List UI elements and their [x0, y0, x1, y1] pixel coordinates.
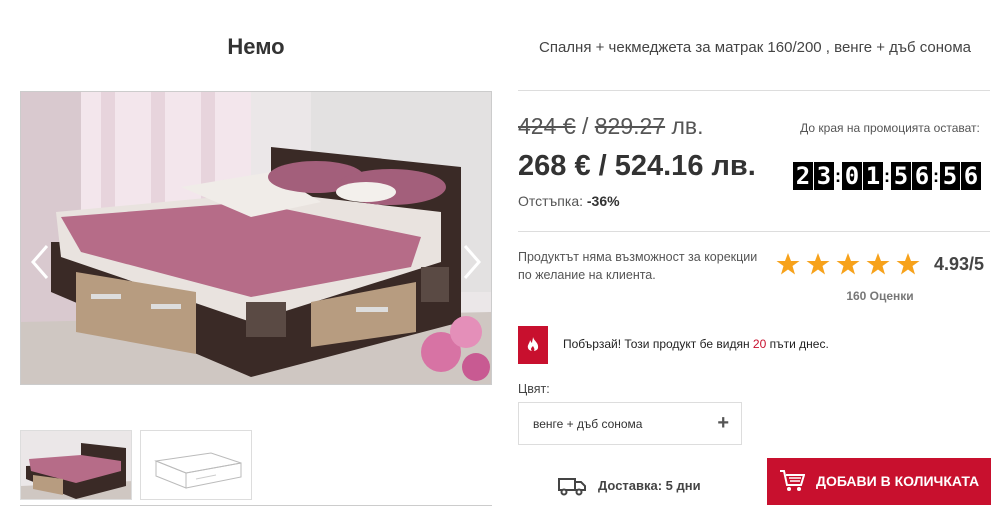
countdown-colon: :	[933, 166, 939, 186]
truck-icon	[558, 478, 586, 496]
chevron-right-icon[interactable]	[459, 242, 485, 282]
star-icon	[866, 253, 890, 275]
discount-label: Отстъпка:	[518, 193, 587, 209]
divider	[20, 505, 492, 506]
fire-icon	[527, 337, 539, 352]
countdown-timer: 2 3 : 0 1 : 5 6 : 5 6	[793, 162, 982, 190]
star-icon	[776, 253, 800, 275]
old-price-unit: лв.	[665, 113, 704, 139]
star-icon	[806, 253, 830, 275]
hurry-prefix: Побързай! Този продукт бе видян	[563, 337, 753, 351]
view-count: 20	[752, 337, 767, 351]
delivery-info: Доставка: 5 дни	[598, 478, 701, 493]
old-price: 424 € / 829.27 лв.	[518, 113, 704, 140]
old-price-eur: 424 €	[518, 113, 576, 139]
customization-notice: Продуктът няма възможност за корекции по…	[518, 250, 758, 282]
hurry-suffix: пъти днес.	[766, 337, 829, 351]
countdown-colon: :	[884, 166, 890, 186]
old-price-bgn: 829.27	[594, 113, 666, 139]
countdown-digit: 3	[814, 162, 834, 190]
thumbnail-technical-drawing	[141, 431, 251, 499]
cart-icon	[780, 470, 805, 491]
thumbnail-bed-photo	[21, 431, 131, 499]
star-icon	[896, 253, 920, 275]
add-to-cart-button[interactable]: ДОБАВИ В КОЛИЧКАТА	[767, 458, 991, 505]
countdown-colon: :	[835, 166, 841, 186]
product-title: Немо	[227, 34, 285, 59]
old-price-separator: /	[575, 113, 595, 139]
bed-photo	[21, 92, 491, 384]
color-selected-value: венге + дъб сонома	[533, 417, 643, 431]
promo-label: До края на промоцията остават:	[800, 121, 980, 135]
countdown-digit: 5	[940, 162, 960, 190]
star-icon	[836, 253, 860, 275]
plus-icon[interactable]: +	[717, 412, 729, 435]
countdown-digit: 0	[842, 162, 862, 190]
hurry-message: Побързай! Този продукт бе видян 20 пъти …	[563, 337, 829, 351]
product-main-image[interactable]	[20, 91, 492, 385]
product-subtitle: Спалня + чекмеджета за матрак 160/200 , …	[538, 39, 971, 56]
rating-stars: 4.93/5	[776, 252, 984, 276]
new-price: 268 € / 524.16 лв.	[518, 150, 756, 182]
discount-value: -36%	[586, 193, 620, 209]
countdown-digit: 5	[891, 162, 911, 190]
thumbnail-drawing[interactable]	[140, 430, 252, 500]
countdown-digit: 2	[793, 162, 813, 190]
divider	[518, 231, 990, 232]
discount: Отстъпка: -36%	[518, 193, 620, 209]
rating-value: 4.93/5	[934, 253, 985, 274]
add-to-cart-label: ДОБАВИ В КОЛИЧКАТА	[816, 473, 980, 489]
divider	[518, 90, 990, 91]
countdown-digit: 6	[912, 162, 932, 190]
chevron-left-icon[interactable]	[27, 242, 53, 282]
thumbnail-photo[interactable]	[20, 430, 132, 500]
reviews-count[interactable]: 160 Оценки	[780, 289, 980, 303]
countdown-digit: 6	[961, 162, 981, 190]
countdown-digit: 1	[863, 162, 883, 190]
color-select[interactable]: венге + дъб сонома +	[518, 402, 742, 445]
hurry-badge	[518, 326, 548, 364]
color-label: Цвят:	[518, 382, 550, 396]
